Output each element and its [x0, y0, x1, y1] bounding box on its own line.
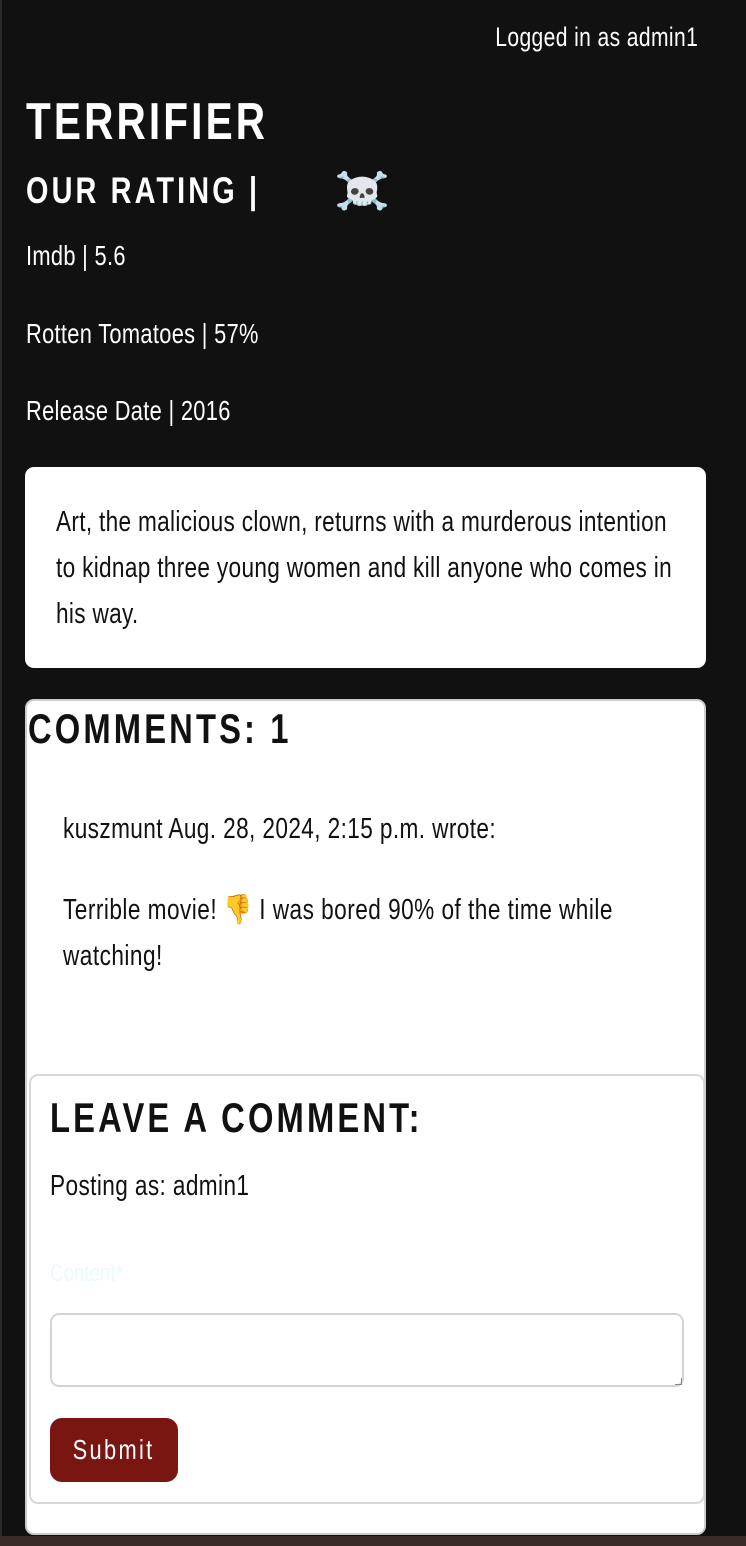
our-rating: OUR RATING | ☠️ — [26, 170, 390, 212]
comment-body: Terrible movie! 👎 I was bored 90% of the… — [63, 894, 613, 972]
posting-as: Posting as: admin1 — [50, 1170, 250, 1202]
imdb-rating: Imdb | 5.6 — [26, 240, 126, 271]
skull-icon: ☠️ — [334, 170, 396, 211]
resize-grip-icon[interactable] — [675, 1378, 682, 1385]
comment-form-title: LEAVE A COMMENT: — [50, 1094, 423, 1141]
submit-button[interactable]: Submit — [50, 1418, 178, 1482]
comments-title: COMMENTS: 1 — [28, 705, 292, 752]
movie-title: TERRIFIER — [26, 93, 269, 151]
release-date: Release Date | 2016 — [26, 395, 231, 426]
comments-section: COMMENTS: 1 kuszmunt Aug. 28, 2024, 2:15… — [25, 699, 706, 1535]
our-rating-label: OUR RATING | — [26, 170, 261, 211]
content-input[interactable] — [50, 1313, 684, 1387]
description-card: Art, the malicious clown, returns with a… — [25, 467, 706, 668]
login-status: Logged in as admin1 — [495, 22, 698, 52]
comment-header: kuszmunt Aug. 28, 2024, 2:15 p.m. wrote: — [63, 813, 497, 845]
bottom-edge — [0, 1536, 746, 1546]
rotten-tomatoes-rating: Rotten Tomatoes | 57% — [26, 318, 259, 349]
comment-form: LEAVE A COMMENT: Posting as: admin1 Cont… — [29, 1074, 704, 1504]
content-label: Content* — [50, 1260, 123, 1287]
movie-description: Art, the malicious clown, returns with a… — [56, 506, 673, 630]
